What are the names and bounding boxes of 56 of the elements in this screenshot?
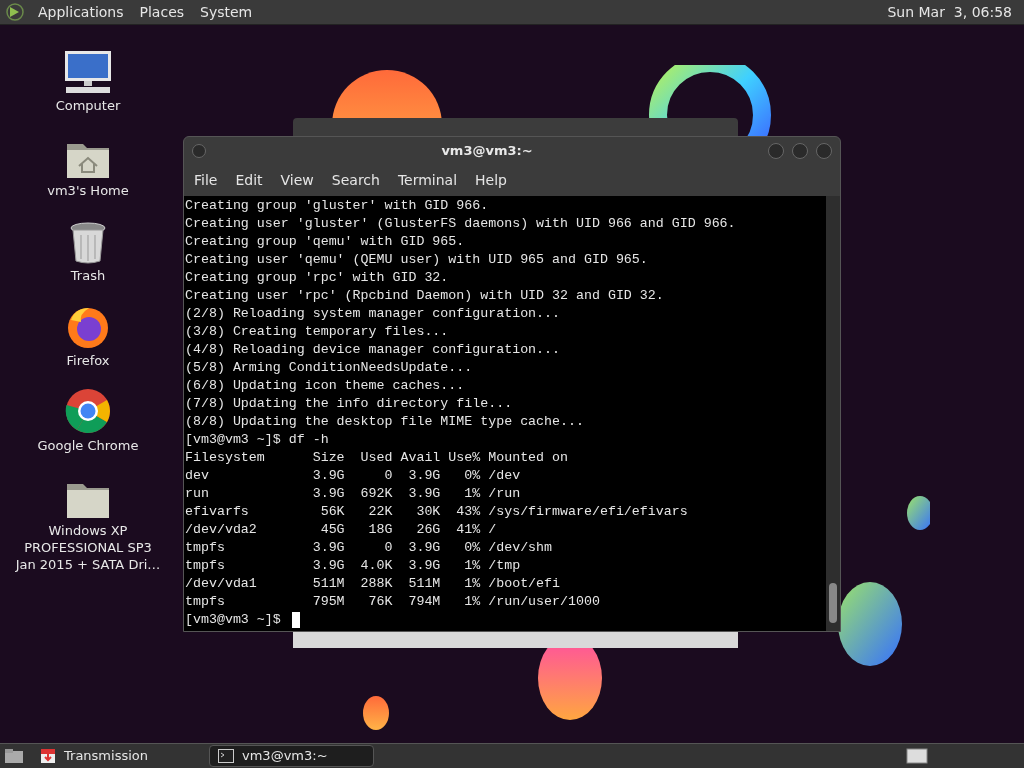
terminal-line: tmpfs 3.9G 4.0K 3.9G 1% /tmp [185,557,522,575]
workspace-icon[interactable] [906,748,928,764]
desktop-icon-label[interactable]: Windows XP PROFESSIONAL SP3 Jan 2015 + SATA Dri… [13,522,163,573]
desktop-icon-label[interactable]: Firefox [13,352,163,369]
terminal-line: Creating user 'gluster' (GlusterFS daemons) with UID 966 and GID 966. [185,215,737,233]
minimize-button[interactable] [768,143,784,159]
maximize-button[interactable] [792,143,808,159]
desktop-icon[interactable] [4,748,24,764]
terminal-line: dev 3.9G 0 3.9G 0% /dev [185,467,522,485]
logo-icon[interactable] [4,2,26,22]
clock[interactable]: Sun Mar 3, 06:58 [887,1,1020,23]
terminal-line: (7/8) Updating the info directory file... [185,395,514,413]
terminal-line: Creating user 'qemu' (QEMU user) with UID 965 and GID 965. [185,251,649,269]
terminal-line: Creating group 'gluster' with GID 966. [185,197,490,215]
computer-icon[interactable] [62,49,114,95]
close-button[interactable] [816,143,832,159]
terminal-line: Creating group 'rpc' with GID 32. [185,269,450,287]
taskbar-button[interactable]: vm3@vm3:~ [209,745,374,767]
terminal-prompt: [vm3@vm3 ~]$ [185,611,282,629]
menu-item[interactable]: Search [325,170,386,191]
text-cursor [291,612,300,628]
menu-item[interactable]: File [188,170,224,191]
terminal-line: (3/8) Creating temporary files... [185,323,450,341]
terminal-line: (8/8) Updating the desktop file MIME type cache... [185,413,585,431]
menu-item[interactable]: Edit [229,170,269,191]
terminal-line: /dev/vda1 511M 288K 511M 1% /boot/efi [185,575,562,593]
desktop-icon-label[interactable]: Computer [13,97,163,114]
terminal-line: (2/8) Reloading system manager configuration... [185,305,562,323]
terminal-line: Filesystem Size Used Avail Use% Mounted on [185,449,569,467]
terminal-line: /dev/vda2 45G 18G 26G 41% / [185,521,498,539]
terminal-line: Creating group 'qemu' with GID 965. [185,233,466,251]
desktop-icon-label[interactable]: vm3's Home [13,182,163,199]
menu-item[interactable]: Terminal [391,170,464,191]
window-title: vm3@vm3:~ [440,142,534,161]
trash-icon[interactable] [68,221,108,265]
terminal-line: (6/8) Updating icon theme caches... [185,377,466,395]
menu-item[interactable]: Places [139,1,185,23]
desktop-icon-label[interactable]: Trash [13,267,163,284]
taskbar-button[interactable]: Transmission [32,745,197,767]
terminal-line: tmpfs 795M 76K 794M 1% /run/user/1000 [185,593,601,611]
terminal-icon [218,749,234,763]
terminal-line: (4/8) Reloading device manager configuration... [185,341,562,359]
transmission-icon [40,748,56,764]
menu-item[interactable]: Applications [38,1,124,23]
terminal-line: [vm3@vm3 ~]$ df -h [185,431,330,449]
terminal-line: tmpfs 3.9G 0 3.9G 0% /dev/shm [185,539,554,557]
menu-item[interactable]: Help [469,170,513,191]
chrome-icon[interactable] [64,387,112,435]
menu-item[interactable]: System [200,1,253,23]
terminal-line: (5/8) Arming ConditionNeedsUpdate... [185,359,474,377]
menu-item[interactable]: View [274,170,320,191]
scrollbar[interactable] [826,196,840,631]
terminal-line: efivarfs 56K 22K 30K 43% /sys/firmware/efi/efivars [185,503,689,521]
terminal-line: Creating user 'rpc' (Rpcbind Daemon) with UID 32 and GID 32. [185,287,665,305]
terminal-line: run 3.9G 692K 3.9G 1% /run [185,485,522,503]
desktop-icon-label[interactable]: Google Chrome [13,437,163,454]
